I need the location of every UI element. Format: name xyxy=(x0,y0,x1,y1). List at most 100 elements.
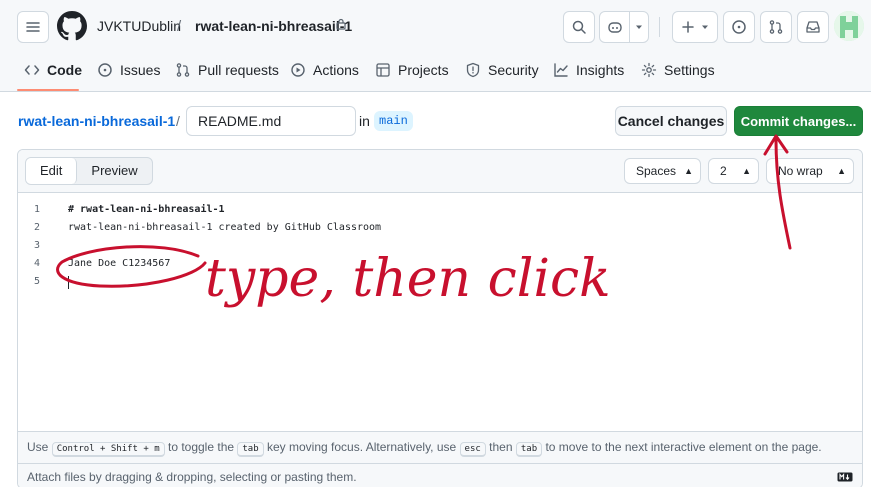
select-arrows-icon: ▲︎ xyxy=(684,166,693,176)
copilot-button-group xyxy=(599,11,649,43)
pull-request-icon xyxy=(769,20,783,34)
repo-nav: Code Issues Pull requests Actions Projec… xyxy=(0,52,871,92)
wrap-mode-value: No wrap xyxy=(778,164,823,178)
hint-text: to move to the next interactive element … xyxy=(545,440,822,454)
tab-label: Pull requests xyxy=(198,62,279,78)
divider xyxy=(659,17,660,37)
editor-toolbar: Edit Preview Spaces ▲︎ 2 ▲︎ No wrap ▲︎ xyxy=(18,150,862,193)
inbox-button[interactable] xyxy=(797,11,829,43)
plus-icon xyxy=(682,21,694,33)
line-content: # rwat-lean-ni-bhreasail-1 xyxy=(68,204,225,215)
issue-icon xyxy=(732,20,746,34)
tab-label: Issues xyxy=(120,62,161,78)
hint-text: then xyxy=(489,440,513,454)
indent-mode-select[interactable]: Spaces ▲︎ xyxy=(624,158,701,184)
identicon-icon xyxy=(834,11,864,41)
select-arrows-icon: ▲︎ xyxy=(837,166,846,176)
hint-text: to toggle the xyxy=(167,440,235,454)
tab-label: Code xyxy=(47,62,82,78)
markdown-icon xyxy=(837,472,853,482)
text-cursor xyxy=(68,276,69,289)
shortcut-key: esc xyxy=(459,442,486,457)
select-arrows-icon: ▲︎ xyxy=(742,166,751,176)
line-number: 3 xyxy=(33,240,40,251)
tab-edit[interactable]: Edit xyxy=(26,158,78,184)
menu-button[interactable] xyxy=(17,11,49,43)
indent-size-select[interactable]: 2 ▲︎ xyxy=(708,158,759,184)
in-label: in xyxy=(359,113,370,129)
code-icon xyxy=(24,65,40,75)
code-line: 5 xyxy=(18,273,862,291)
hamburger-icon xyxy=(26,22,40,32)
tab-settings[interactable]: Settings xyxy=(641,62,715,78)
issue-icon xyxy=(98,63,112,77)
attach-files-bar[interactable]: Attach files by dragging & dropping, sel… xyxy=(18,463,862,487)
shortcut-key: Control + Shift + m xyxy=(51,442,165,457)
commit-changes-button[interactable]: Commit changes... xyxy=(734,106,863,136)
path-separator: / xyxy=(177,18,182,35)
search-icon xyxy=(572,20,586,34)
tab-code[interactable]: Code xyxy=(24,62,82,78)
lock-icon xyxy=(336,18,346,30)
active-tab-indicator xyxy=(17,89,79,91)
tab-label: Projects xyxy=(398,62,449,78)
code-line: 2 rwat-lean-ni-bhreasail-1 created by Gi… xyxy=(18,219,862,237)
file-editor: Edit Preview Spaces ▲︎ 2 ▲︎ No wrap ▲︎ 1… xyxy=(17,149,863,487)
search-button[interactable] xyxy=(563,11,595,43)
repo-link[interactable]: rwat-lean-ni-bhreasail-1 xyxy=(195,18,352,34)
branch-badge: main xyxy=(374,111,413,131)
attach-hint: Attach files by dragging & dropping, sel… xyxy=(27,470,357,484)
copilot-dropdown[interactable] xyxy=(630,12,648,42)
triangle-down-icon xyxy=(636,25,642,29)
breadcrumb-separator: / xyxy=(176,113,180,129)
triangle-down-icon xyxy=(702,25,708,29)
tab-projects[interactable]: Projects xyxy=(375,62,449,78)
editor-tabs: Edit Preview xyxy=(25,157,153,185)
breadcrumb-repo-link[interactable]: rwat-lean-ni-bhreasail-1 xyxy=(18,113,175,129)
wrap-mode-select[interactable]: No wrap ▲︎ xyxy=(766,158,854,184)
graph-icon xyxy=(554,63,568,77)
tab-security[interactable]: Security xyxy=(465,62,539,78)
shield-icon xyxy=(466,62,480,78)
hint-text: Use xyxy=(27,440,49,454)
issues-button[interactable] xyxy=(723,11,755,43)
indent-size-value: 2 xyxy=(720,164,727,178)
avatar[interactable] xyxy=(834,11,864,41)
code-line: 3 xyxy=(18,237,862,255)
tab-label: Settings xyxy=(664,62,715,78)
github-logo-icon[interactable] xyxy=(57,11,87,41)
hint-text: key moving focus. Alternatively, use xyxy=(267,440,457,454)
tab-label: Insights xyxy=(576,62,625,78)
indent-mode-value: Spaces xyxy=(636,164,677,178)
tab-actions[interactable]: Actions xyxy=(290,62,359,78)
copilot-icon xyxy=(607,22,622,33)
tab-pull-requests[interactable]: Pull requests xyxy=(175,62,279,78)
cancel-changes-button[interactable]: Cancel changes xyxy=(615,106,727,136)
line-content: Jane Doe C1234567 xyxy=(68,258,171,269)
play-icon xyxy=(291,63,305,77)
gear-icon xyxy=(641,62,657,78)
code-line: 1 # rwat-lean-ni-bhreasail-1 xyxy=(18,201,862,219)
code-line: 4 Jane Doe C1234567 xyxy=(18,255,862,273)
tab-preview[interactable]: Preview xyxy=(77,158,151,184)
line-number: 1 xyxy=(33,204,40,215)
tab-issues[interactable]: Issues xyxy=(97,62,160,78)
pull-request-icon xyxy=(176,63,190,77)
filename-input[interactable] xyxy=(186,106,356,136)
top-bar: JVKTUDublin / rwat-lean-ni-bhreasail-1 xyxy=(0,0,871,52)
tab-insights[interactable]: Insights xyxy=(553,62,624,78)
inbox-icon xyxy=(806,21,820,33)
edit-path-bar: rwat-lean-ni-bhreasail-1 / in main Cance… xyxy=(0,106,871,136)
line-number: 4 xyxy=(33,258,40,269)
copilot-button[interactable] xyxy=(600,12,630,42)
line-number: 2 xyxy=(33,222,40,233)
owner-link[interactable]: JVKTUDublin xyxy=(97,18,181,34)
repo-header: JVKTUDublin / rwat-lean-ni-bhreasail-1 C… xyxy=(0,0,871,92)
tab-label: Actions xyxy=(313,62,359,78)
keyboard-hint: Use Control + Shift + m to toggle the ta… xyxy=(18,431,862,463)
code-area[interactable]: 1 # rwat-lean-ni-bhreasail-1 2 rwat-lean… xyxy=(18,201,862,291)
line-number: 5 xyxy=(33,276,40,287)
shortcut-key: tab xyxy=(515,442,543,457)
pull-requests-button[interactable] xyxy=(760,11,792,43)
create-new-button[interactable] xyxy=(672,11,718,43)
